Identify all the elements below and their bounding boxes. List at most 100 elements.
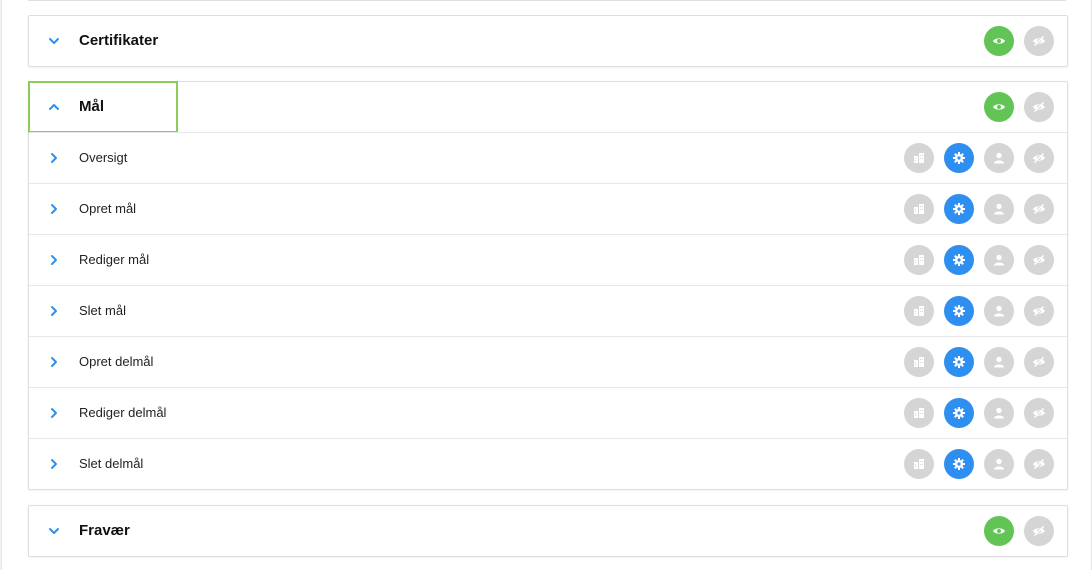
visible-toggle-button[interactable] <box>984 516 1014 546</box>
gear-icon <box>952 406 966 420</box>
gear-icon <box>952 457 966 471</box>
settings-button[interactable] <box>944 398 974 428</box>
settings-button[interactable] <box>944 347 974 377</box>
chevron-right-icon[interactable] <box>47 406 61 420</box>
eye-slash-icon <box>1032 100 1046 114</box>
organization-button[interactable] <box>904 347 934 377</box>
user-icon <box>992 253 1006 267</box>
permission-label: Rediger delmål <box>79 405 167 420</box>
user-button[interactable] <box>984 245 1014 275</box>
section-header[interactable]: Certifikater <box>29 16 1067 66</box>
hidden-toggle-button[interactable] <box>1024 296 1054 326</box>
user-icon <box>992 202 1006 216</box>
eye-slash-icon <box>1032 355 1046 369</box>
eye-slash-icon <box>1032 304 1046 318</box>
chevron-right-icon[interactable] <box>47 355 61 369</box>
eye-icon <box>992 100 1006 114</box>
permission-label: Oversigt <box>79 150 128 165</box>
building-icon <box>912 406 926 420</box>
permission-row[interactable]: Opret mål <box>29 183 1067 234</box>
eye-slash-icon <box>1032 34 1046 48</box>
section-title: Certifikater <box>79 32 159 49</box>
organization-button[interactable] <box>904 449 934 479</box>
permission-row[interactable]: Rediger delmål <box>29 387 1067 438</box>
page-content: Certifikater Mål Oversigt Opret mål Redi… <box>1 0 1092 570</box>
gear-icon <box>952 304 966 318</box>
organization-button[interactable] <box>904 194 934 224</box>
gear-icon <box>952 355 966 369</box>
user-button[interactable] <box>984 398 1014 428</box>
hidden-toggle-button[interactable] <box>1024 449 1054 479</box>
user-button[interactable] <box>984 347 1014 377</box>
eye-slash-icon <box>1032 253 1046 267</box>
settings-button[interactable] <box>944 296 974 326</box>
chevron-right-icon[interactable] <box>47 457 61 471</box>
settings-button[interactable] <box>944 143 974 173</box>
organization-button[interactable] <box>904 398 934 428</box>
building-icon <box>912 304 926 318</box>
chevron-down-icon[interactable] <box>47 524 61 538</box>
settings-button[interactable] <box>944 449 974 479</box>
organization-button[interactable] <box>904 296 934 326</box>
eye-slash-icon <box>1032 457 1046 471</box>
chevron-right-icon[interactable] <box>47 253 61 267</box>
section-title: Mål <box>79 98 105 115</box>
hidden-toggle-button[interactable] <box>1024 92 1054 122</box>
permission-label: Slet delmål <box>79 456 144 471</box>
hidden-toggle-button[interactable] <box>1024 347 1054 377</box>
gear-icon <box>952 202 966 216</box>
chevron-right-icon[interactable] <box>47 304 61 318</box>
permission-row[interactable]: Oversigt <box>29 132 1067 183</box>
organization-button[interactable] <box>904 143 934 173</box>
gear-icon <box>952 253 966 267</box>
visible-toggle-button[interactable] <box>984 26 1014 56</box>
chevron-right-icon[interactable] <box>47 151 61 165</box>
user-button[interactable] <box>984 143 1014 173</box>
hidden-toggle-button[interactable] <box>1024 26 1054 56</box>
settings-button[interactable] <box>944 245 974 275</box>
settings-button[interactable] <box>944 194 974 224</box>
building-icon <box>912 202 926 216</box>
section-header[interactable]: Mål <box>28 81 1067 133</box>
user-icon <box>992 406 1006 420</box>
permission-row[interactable]: Slet delmål <box>29 438 1067 489</box>
section-certifikater: Certifikater <box>28 15 1068 67</box>
organization-button[interactable] <box>904 245 934 275</box>
building-icon <box>912 355 926 369</box>
section-maal: Mål Oversigt Opret mål Rediger mål Slet mål… <box>28 81 1068 490</box>
section-header[interactable]: Fravær <box>29 506 1067 556</box>
user-icon <box>992 457 1006 471</box>
user-button[interactable] <box>984 296 1014 326</box>
section-title: Fravær <box>79 522 130 539</box>
user-button[interactable] <box>984 194 1014 224</box>
eye-slash-icon <box>1032 151 1046 165</box>
permission-label: Opret mål <box>79 201 137 216</box>
permission-row[interactable]: Slet mål <box>29 285 1067 336</box>
permission-label: Slet mål <box>79 303 126 318</box>
chevron-right-icon[interactable] <box>47 202 61 216</box>
user-icon <box>992 151 1006 165</box>
permission-row[interactable]: Rediger mål <box>29 234 1067 285</box>
chevron-down-icon[interactable] <box>47 34 61 48</box>
hidden-toggle-button[interactable] <box>1024 194 1054 224</box>
permission-row[interactable]: Opret delmål <box>29 336 1067 387</box>
building-icon <box>912 253 926 267</box>
visible-toggle-button[interactable] <box>984 92 1014 122</box>
eye-icon <box>992 34 1006 48</box>
eye-slash-icon <box>1032 406 1046 420</box>
eye-slash-icon <box>1032 202 1046 216</box>
hidden-toggle-button[interactable] <box>1024 398 1054 428</box>
chevron-up-icon[interactable] <box>47 100 61 114</box>
eye-slash-icon <box>1032 524 1046 538</box>
user-icon <box>992 355 1006 369</box>
building-icon <box>912 457 926 471</box>
user-button[interactable] <box>984 449 1014 479</box>
section-fravaer: Fravær <box>28 505 1068 557</box>
user-icon <box>992 304 1006 318</box>
hidden-toggle-button[interactable] <box>1024 245 1054 275</box>
hidden-toggle-button[interactable] <box>1024 143 1054 173</box>
gear-icon <box>952 151 966 165</box>
permission-label: Rediger mål <box>79 252 150 267</box>
hidden-toggle-button[interactable] <box>1024 516 1054 546</box>
building-icon <box>912 151 926 165</box>
